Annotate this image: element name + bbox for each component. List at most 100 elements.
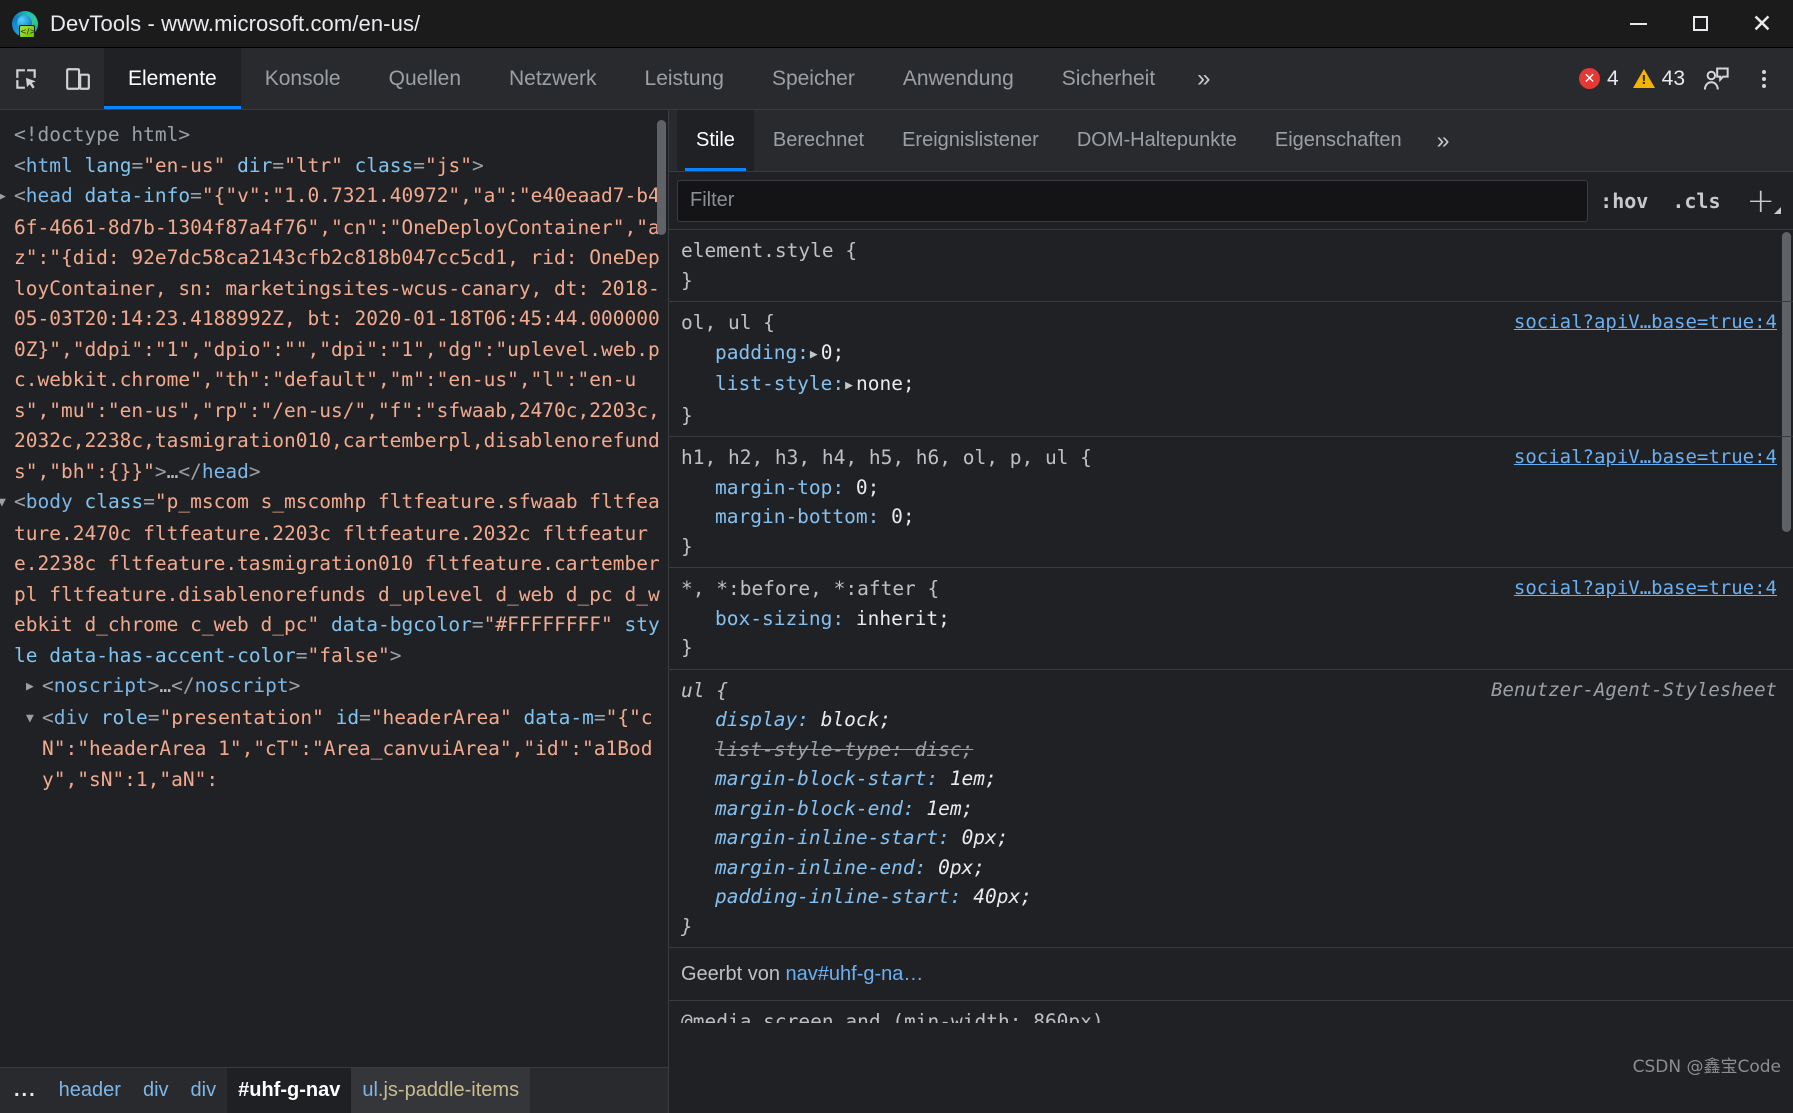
breadcrumb-item-uhfgnav[interactable]: #uhf-g-nav (227, 1068, 351, 1113)
css-property-name[interactable]: margin-inline-start: (715, 826, 950, 849)
css-rule[interactable]: ul {Benutzer-Agent-Stylesheetdisplay: bl… (669, 670, 1793, 949)
css-selector[interactable]: *, *:before, *:after { (681, 577, 939, 600)
css-property-name[interactable]: padding: (715, 341, 809, 364)
customize-devtools-button[interactable] (1741, 56, 1787, 102)
css-property-name[interactable]: list-style-type: (715, 738, 903, 761)
styles-more-tabs-button[interactable]: » (1421, 110, 1466, 171)
css-declaration[interactable]: margin-top: 0; (681, 473, 1779, 503)
dom-node-line[interactable]: ▼<div role="presentation" id="headerArea… (14, 703, 662, 796)
tab-quellen[interactable]: Quellen (365, 48, 485, 109)
dom-tree[interactable]: <!doctype html><html lang="en-us" dir="l… (0, 110, 668, 1067)
media-query-rule[interactable]: @media screen and (min-width: 860px) (669, 1001, 1793, 1023)
tab-leistung[interactable]: Leistung (621, 48, 748, 109)
close-button[interactable]: ✕ (1731, 0, 1793, 48)
css-rule[interactable]: h1, h2, h3, h4, h5, h6, ol, p, ul { socia… (669, 437, 1793, 568)
toggle-class-editor-button[interactable]: .cls (1660, 189, 1732, 213)
css-declaration[interactable]: padding-inline-start: 40px; (681, 882, 1779, 912)
css-property-value[interactable]: 1em; (950, 767, 997, 790)
send-feedback-button[interactable] (1693, 56, 1739, 102)
tab-dom-haltepunkte[interactable]: DOM-Haltepunkte (1058, 110, 1256, 171)
css-declaration[interactable]: list-style-type: disc; (681, 735, 1779, 765)
toggle-device-toolbar-button[interactable] (52, 48, 104, 109)
tab-ereignislistener[interactable]: Ereignislistener (883, 110, 1058, 171)
tab-berechnet[interactable]: Berechnet (754, 110, 883, 171)
css-property-value[interactable]: 0; (891, 505, 914, 528)
css-rule[interactable]: ol, ul {social?apiV…base=true:4padding:▶… (669, 302, 1793, 437)
breadcrumb-item-header[interactable]: header (48, 1068, 132, 1113)
error-counter[interactable]: ✕ 4 (1573, 67, 1625, 91)
css-declaration[interactable]: margin-block-end: 1em; (681, 794, 1779, 824)
filter-input[interactable] (677, 180, 1588, 222)
css-property-name[interactable]: padding-inline-start: (715, 885, 962, 908)
css-property-value[interactable]: 0; (856, 476, 879, 499)
css-property-value[interactable]: block; (821, 708, 891, 731)
css-property-value[interactable]: disc; (915, 738, 974, 761)
breadcrumb-item-div[interactable]: div (180, 1068, 228, 1113)
breadcrumb-item-[interactable]: ... (0, 1068, 48, 1113)
breadcrumb-item-ul[interactable]: ul.js-paddle-items (351, 1068, 530, 1113)
tab-sicherheit[interactable]: Sicherheit (1038, 48, 1179, 109)
css-property-name[interactable]: list-style: (715, 372, 844, 395)
tab-eigenschaften[interactable]: Eigenschaften (1256, 110, 1421, 171)
css-property-name[interactable]: display: (715, 708, 809, 731)
dom-node-line[interactable]: ▶<noscript>…</noscript> (14, 671, 662, 703)
toggle-hover-state-button[interactable]: :hov (1588, 189, 1660, 213)
css-property-value[interactable]: 1em; (926, 797, 973, 820)
expand-twisty-icon[interactable]: ▶ (26, 672, 40, 703)
css-selector[interactable]: ol, ul { (681, 311, 775, 334)
expand-shorthand-icon[interactable]: ▶ (810, 340, 818, 370)
tab-netzwerk[interactable]: Netzwerk (485, 48, 621, 109)
css-property-name[interactable]: box-sizing: (715, 607, 844, 630)
css-property-value[interactable]: 0px; (938, 856, 985, 879)
dom-tree-scrollbar[interactable] (657, 120, 666, 235)
css-declaration[interactable]: margin-block-start: 1em; (681, 764, 1779, 794)
warning-counter[interactable]: 43 (1627, 67, 1691, 91)
css-property-name[interactable]: margin-inline-end: (715, 856, 926, 879)
collapse-twisty-icon[interactable]: ▼ (26, 704, 40, 735)
css-property-value[interactable]: 40px; (973, 885, 1032, 908)
dom-node-line[interactable]: <html lang="en-us" dir="ltr" class="js"> (14, 151, 662, 182)
css-declaration[interactable]: display: block; (681, 705, 1779, 735)
tab-stile[interactable]: Stile (677, 110, 754, 171)
css-selector[interactable]: element.style { (681, 239, 857, 262)
css-property-value[interactable]: 0px; (962, 826, 1009, 849)
css-property-value[interactable]: none; (856, 372, 915, 395)
tab-konsole[interactable]: Konsole (241, 48, 365, 109)
dom-node-line[interactable]: <!doctype html> (14, 120, 662, 151)
tab-elemente[interactable]: Elemente (104, 48, 241, 109)
expand-shorthand-icon[interactable]: ▶ (845, 371, 853, 401)
dom-node-line[interactable]: ▶<head data-info="{"v":"1.0.7321.40972",… (14, 181, 662, 487)
css-declaration[interactable]: margin-bottom: 0; (681, 502, 1779, 532)
inherited-element-link[interactable]: nav#uhf-g-na… (786, 963, 924, 985)
css-declaration[interactable]: margin-inline-start: 0px; (681, 823, 1779, 853)
tab-speicher[interactable]: Speicher (748, 48, 879, 109)
css-property-name[interactable]: margin-top: (715, 476, 844, 499)
css-property-name[interactable]: margin-bottom: (715, 505, 879, 528)
dom-node-line[interactable]: ▼<body class="p_mscom s_mscomhp fltfeatu… (14, 487, 662, 671)
css-selector[interactable]: ul { (681, 679, 728, 702)
css-declaration[interactable]: padding:▶0; (681, 338, 1779, 370)
css-property-name[interactable]: margin-block-end: (715, 797, 915, 820)
maximize-button[interactable] (1669, 0, 1731, 48)
stylesheet-origin-link[interactable]: social?apiV…base=true:4 (1514, 574, 1777, 604)
stylesheet-origin-link[interactable]: social?apiV…base=true:4 (1514, 443, 1777, 473)
css-declaration[interactable]: box-sizing: inherit; (681, 604, 1779, 634)
more-tabs-button[interactable]: » (1179, 48, 1228, 109)
css-selector[interactable]: h1, h2, h3, h4, h5, h6, ol, p, ul { (681, 446, 1092, 469)
tab-anwendung[interactable]: Anwendung (879, 48, 1038, 109)
css-rule[interactable]: *, *:before, *:after { social?apiV…base=t… (669, 568, 1793, 670)
css-rule[interactable]: element.style {} (669, 230, 1793, 302)
expand-twisty-icon[interactable]: ▶ (0, 182, 12, 213)
breadcrumb-item-div[interactable]: div (132, 1068, 180, 1113)
minimize-button[interactable] (1607, 0, 1669, 48)
css-declaration[interactable]: margin-inline-end: 0px; (681, 853, 1779, 883)
inspect-element-button[interactable] (0, 48, 52, 109)
css-property-value[interactable]: inherit; (856, 607, 950, 630)
stylesheet-origin-link[interactable]: social?apiV…base=true:4 (1514, 308, 1777, 338)
styles-rules-list[interactable]: element.style {} ol, ul { social?apiV…base… (669, 230, 1793, 1113)
collapse-twisty-icon[interactable]: ▼ (0, 488, 12, 519)
css-property-name[interactable]: margin-block-start: (715, 767, 938, 790)
css-declaration[interactable]: list-style:▶none; (681, 369, 1779, 401)
new-style-rule-button[interactable]: + (1733, 186, 1786, 216)
css-property-value[interactable]: 0; (821, 341, 844, 364)
